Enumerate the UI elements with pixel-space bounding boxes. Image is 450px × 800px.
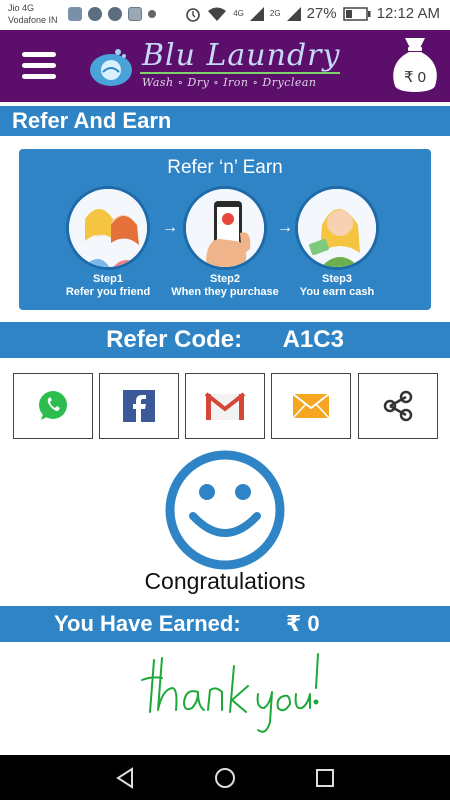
money-bag-icon (393, 38, 437, 92)
recent-apps-icon[interactable] (312, 765, 338, 791)
battery-icon (342, 6, 371, 21)
logo-underline (140, 72, 340, 74)
gmail-share-button[interactable] (185, 373, 265, 439)
step-2-title: Step2 (210, 273, 240, 285)
whatsapp-share-button[interactable] (13, 373, 93, 439)
washing-machine-icon (90, 49, 132, 86)
step-1: Step1 Refer you friend (53, 186, 163, 298)
friends-illustration-icon (66, 186, 150, 270)
step-1-desc: Refer you friend (65, 286, 151, 298)
signal-1-icon (249, 6, 264, 21)
alarm-icon (185, 6, 201, 22)
brand-tagline: Wash ∘ Dry ∘ Iron ∘ Dryclean (142, 76, 317, 89)
phone-notification-icon (108, 7, 122, 21)
card-title: Refer ‘n’ Earn (167, 157, 283, 178)
wallet-amount: ₹ 0 (403, 69, 427, 86)
thank-you-handwriting (141, 653, 319, 733)
refer-code-label: Refer Code: (106, 326, 243, 353)
carrier-1: Jio 4G (8, 3, 35, 13)
refer-code-bar: Refer Code: A1C3 (0, 322, 450, 358)
app-header: Blu Laundry Wash ∘ Dry ∘ Iron ∘ Dryclean… (0, 30, 450, 102)
step-3-title: Step3 (322, 273, 352, 285)
system-status: 4G 2G 27% 12:12 AM (185, 5, 440, 22)
step-3: Step3 You earn cash (282, 186, 392, 298)
share-options (13, 373, 439, 439)
menu-button[interactable] (22, 52, 56, 80)
image-notification-icon (128, 7, 142, 21)
smiley-face-icon (165, 450, 285, 570)
section-title: Refer And Earn (0, 106, 450, 136)
congratulations-text: Congratulations (144, 568, 306, 594)
notification-icons (68, 7, 156, 21)
email-share-button[interactable] (271, 373, 351, 439)
whatsapp-icon (39, 391, 67, 420)
network-2-label: 2G (269, 9, 281, 18)
refer-steps-card: Refer ‘n’ Earn Step1 Refer you friend → (19, 149, 431, 310)
gmail-icon (205, 392, 245, 420)
message-notification-icon (68, 7, 82, 21)
facebook-share-button[interactable] (99, 373, 179, 439)
wallet-button[interactable]: ₹ 0 (389, 34, 441, 98)
system-nav-bar (0, 755, 450, 800)
step-2-desc: When they purchase (171, 286, 279, 298)
email-icon (292, 393, 330, 419)
step-1-title: Step1 (93, 273, 123, 285)
menu-icon (22, 52, 56, 57)
more-notification-icon (148, 10, 156, 18)
battery-percent: 27% (306, 5, 337, 22)
earned-bar: You Have Earned: ₹ 0 (0, 606, 450, 642)
back-icon[interactable] (112, 765, 138, 791)
brand-name: Blu Laundry (142, 38, 341, 73)
home-icon[interactable] (212, 765, 238, 791)
refer-code-value[interactable]: A1C3 (283, 326, 344, 353)
signal-2-icon (286, 6, 301, 21)
generic-share-button[interactable] (358, 373, 438, 439)
avatar-notification-icon (88, 7, 102, 21)
earned-value: ₹ 0 (286, 611, 320, 636)
cash-earning-illustration-icon (295, 186, 379, 270)
facebook-icon (123, 390, 155, 422)
step-2: Step2 When they purchase (170, 186, 280, 298)
share-icon (383, 390, 413, 422)
network-1-label: 4G (233, 9, 244, 18)
carrier-2: Vodafone IN (8, 15, 58, 25)
clock: 12:12 AM (376, 5, 440, 22)
phone-purchase-illustration-icon (183, 186, 267, 270)
step-3-desc: You earn cash (299, 286, 375, 298)
wifi-icon (207, 6, 227, 22)
earned-label: You Have Earned: (54, 611, 241, 636)
status-bar: Jio 4G Vodafone IN 4G 2G 27% 12:12 AM (0, 0, 450, 30)
carrier-info: Jio 4G Vodafone IN (8, 2, 58, 26)
brand-logo: Blu Laundry Wash ∘ Dry ∘ Iron ∘ Dryclean (88, 36, 348, 96)
